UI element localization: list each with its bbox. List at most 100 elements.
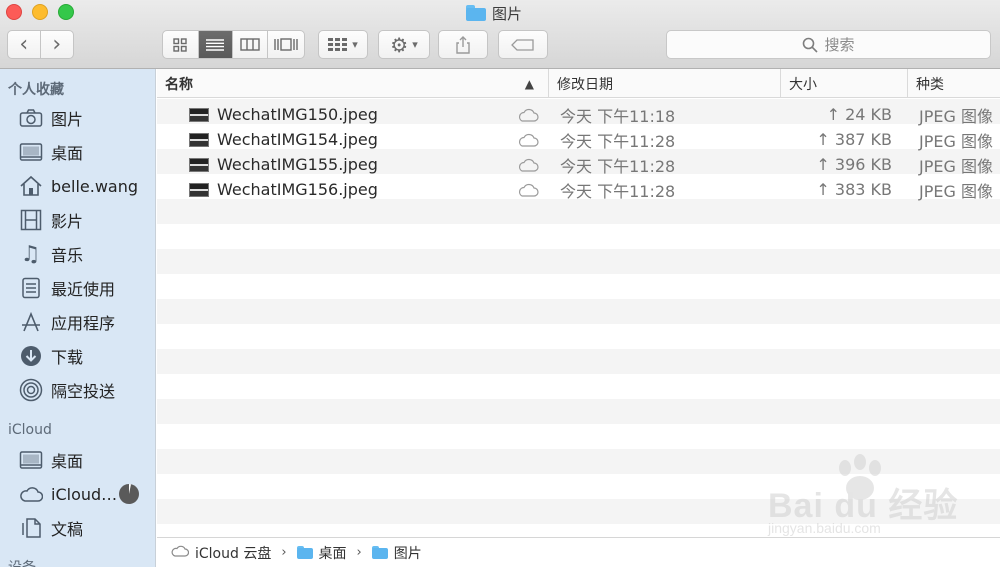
sidebar-item-icloud-drive[interactable]: iCloud… <box>18 480 144 508</box>
grid-icon <box>173 37 187 52</box>
table-row[interactable]: WechatIMG156.jpeg 今天 下午11:28 ↑ 383 KB JP… <box>157 177 1000 202</box>
path-item-desktop[interactable]: 桌面 <box>319 543 347 563</box>
file-modified: 今天 下午11:28 <box>560 181 676 201</box>
sidebar: 个人收藏 图片 桌面 belle.wang 影片 ♫ 音乐 最近使用 应用程序 … <box>0 69 156 567</box>
cloud-icon <box>171 545 190 561</box>
path-item-pictures[interactable]: 图片 <box>394 543 422 563</box>
sidebar-item-movies[interactable]: 影片 <box>18 206 83 234</box>
file-size: ↑ 387 KB <box>816 130 892 149</box>
recents-icon <box>18 276 43 301</box>
file-modified: 今天 下午11:28 <box>560 156 676 176</box>
storage-progress-icon <box>118 483 140 509</box>
cloud-status-icon <box>517 127 539 152</box>
sidebar-item-icloud-desktop[interactable]: 桌面 <box>18 446 83 474</box>
row-stripe <box>157 249 1000 274</box>
cloud-status-icon <box>517 102 539 127</box>
column-header-kind[interactable]: 种类 <box>907 69 1000 98</box>
desktop-icon <box>18 448 43 473</box>
column-header-modified-label: 修改日期 <box>557 76 613 93</box>
sidebar-heading-icloud: iCloud <box>8 422 52 438</box>
file-name: WechatIMG155.jpeg <box>217 155 378 174</box>
coverflow-view-button[interactable] <box>268 31 304 58</box>
sidebar-item-home[interactable]: belle.wang <box>18 172 138 200</box>
path-item-icloud-drive[interactable]: iCloud 云盘 <box>195 543 271 563</box>
sidebar-item-recents[interactable]: 最近使用 <box>18 274 115 302</box>
sidebar-item-applications[interactable]: 应用程序 <box>18 308 115 336</box>
column-view-button[interactable] <box>233 31 268 58</box>
file-kind: JPEG 图像 <box>919 106 993 126</box>
table-row[interactable]: WechatIMG155.jpeg 今天 下午11:28 ↑ 396 KB JP… <box>157 152 1000 177</box>
search-input[interactable]: 搜索 <box>666 30 991 59</box>
table-row[interactable]: WechatIMG150.jpeg 今天 下午11:18 ↑ 24 KB JPE… <box>157 102 1000 127</box>
cloud-status-icon <box>517 152 539 177</box>
row-stripe <box>157 324 1000 349</box>
chevron-left-icon: ‹ <box>19 32 29 57</box>
back-button[interactable]: ‹ <box>8 31 41 58</box>
desktop-icon <box>18 140 43 165</box>
navigation-buttons: ‹ › <box>7 30 74 59</box>
row-stripe <box>157 299 1000 324</box>
columns-icon <box>240 38 260 51</box>
path-bar: iCloud 云盘 › 桌面 › 图片 <box>157 537 1000 567</box>
image-file-icon <box>189 157 209 172</box>
tag-button[interactable] <box>498 30 548 59</box>
minimize-window-button[interactable] <box>32 4 48 20</box>
cloud-status-icon <box>517 177 539 202</box>
row-stripe <box>157 474 1000 499</box>
folder-icon <box>296 546 313 559</box>
share-button[interactable] <box>438 30 488 59</box>
sidebar-item-airdrop[interactable]: 隔空投送 <box>18 376 115 404</box>
sidebar-item-label: 图片 <box>51 110 84 129</box>
zoom-window-button[interactable] <box>58 4 74 20</box>
file-kind: JPEG 图像 <box>919 156 993 176</box>
file-kind: JPEG 图像 <box>919 181 993 201</box>
row-stripe <box>157 399 1000 424</box>
sidebar-item-pictures[interactable]: 图片 <box>18 104 83 132</box>
window-title-text: 图片 <box>492 4 523 23</box>
column-header-size[interactable]: 大小 <box>780 69 907 98</box>
music-icon: ♫ <box>20 241 41 267</box>
home-icon <box>18 174 43 199</box>
forward-button[interactable]: › <box>41 31 74 58</box>
sidebar-item-downloads[interactable]: 下载 <box>18 342 83 370</box>
sidebar-item-music[interactable]: ♫ 音乐 <box>18 240 83 268</box>
row-stripe <box>157 499 1000 524</box>
sidebar-item-label: 音乐 <box>51 246 84 265</box>
sidebar-item-label: 影片 <box>51 212 84 231</box>
cloud-icon <box>18 482 43 507</box>
row-stripe <box>157 524 1000 536</box>
arrange-button[interactable]: ▾ <box>318 30 368 59</box>
airdrop-icon <box>18 378 43 403</box>
window-title: 图片 <box>466 2 522 24</box>
search-icon <box>803 37 819 53</box>
documents-icon <box>18 516 43 541</box>
sort-chevron-up-icon: ▲ <box>524 76 534 91</box>
sidebar-item-desktop[interactable]: 桌面 <box>18 138 83 166</box>
sidebar-item-label: iCloud… <box>51 484 118 504</box>
sidebar-item-label: 下载 <box>51 348 84 367</box>
film-icon <box>18 208 43 233</box>
column-header-name[interactable]: 名称 ▲ <box>157 69 548 98</box>
sidebar-heading-devices: 设备 <box>8 557 36 567</box>
list-view-button[interactable] <box>198 31 234 58</box>
action-button[interactable]: ⚙ ▾ <box>378 30 430 59</box>
row-stripe <box>157 349 1000 374</box>
close-window-button[interactable] <box>6 4 22 20</box>
row-stripe <box>157 424 1000 449</box>
icon-view-button[interactable] <box>163 31 199 58</box>
sidebar-item-label: 桌面 <box>51 452 84 471</box>
file-list: 名称 ▲ 修改日期 大小 种类 WechatIMG150.jpeg 今天 下午1… <box>157 69 1000 536</box>
sidebar-item-label: 隔空投送 <box>51 382 116 401</box>
table-row[interactable]: WechatIMG154.jpeg 今天 下午11:28 ↑ 387 KB JP… <box>157 127 1000 152</box>
column-header-modified[interactable]: 修改日期 <box>548 69 780 98</box>
path-separator: › <box>281 545 287 560</box>
row-stripe <box>157 224 1000 249</box>
column-header-size-label: 大小 <box>789 76 817 93</box>
list-icon <box>206 38 225 51</box>
path-separator: › <box>356 545 362 560</box>
column-header-kind-label: 种类 <box>916 76 944 93</box>
chevron-down-icon: ▾ <box>352 38 358 51</box>
view-mode-selector <box>162 30 305 59</box>
folder-icon <box>466 5 486 21</box>
sidebar-item-documents[interactable]: 文稿 <box>18 514 83 542</box>
